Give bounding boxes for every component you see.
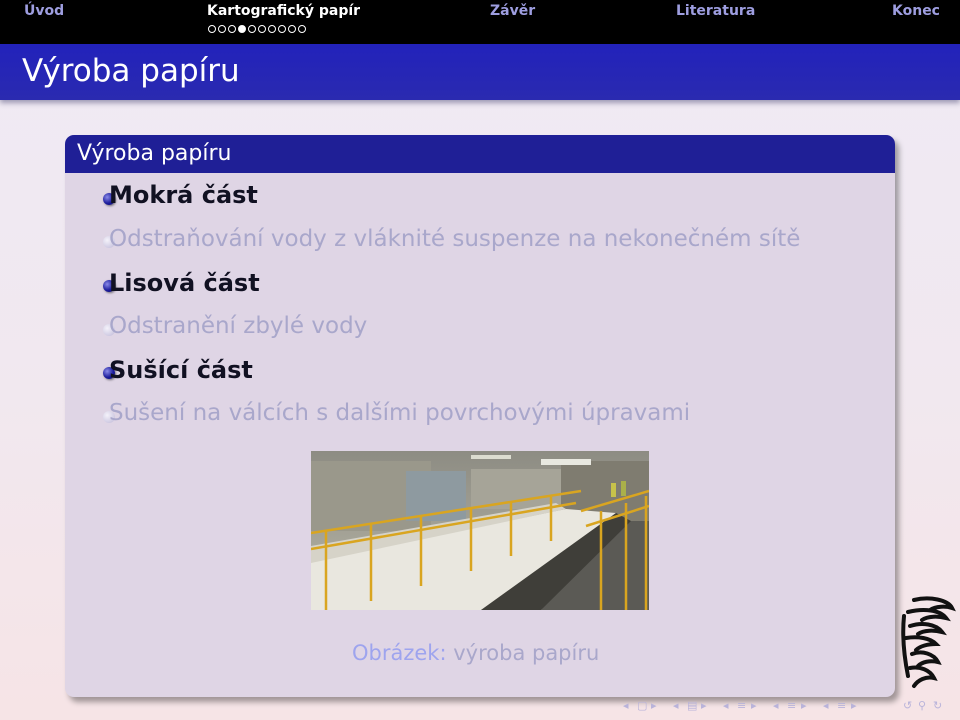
nav-section-icon[interactable]: ≡ bbox=[787, 699, 796, 712]
nav-left-icon[interactable]: ◂ bbox=[623, 699, 629, 712]
content-block: Výroba papíru Mokrá část Odstraňování vo… bbox=[65, 135, 895, 697]
nav-right-icon[interactable]: ▸ bbox=[751, 699, 757, 712]
list-item: Odstraňování vody z vláknité suspenze na… bbox=[109, 226, 801, 252]
frame-title-bar: Výroba papíru bbox=[0, 44, 960, 100]
nav-document-icon[interactable]: ≡ bbox=[837, 699, 846, 712]
progress-dot[interactable] bbox=[208, 25, 216, 33]
list-item: Sušení na válcích s dalšími povrchovými … bbox=[109, 400, 691, 426]
list-item: Mokrá část bbox=[109, 181, 258, 209]
nav-slide-icon[interactable]: ▢ bbox=[637, 699, 647, 712]
nav-right-icon[interactable]: ▸ bbox=[801, 699, 807, 712]
progress-dot[interactable] bbox=[288, 25, 296, 33]
nav-right-icon[interactable]: ▸ bbox=[701, 699, 707, 712]
nav-left-icon[interactable]: ◂ bbox=[823, 699, 829, 712]
progress-dot[interactable] bbox=[258, 25, 266, 33]
slide-progress-dots bbox=[208, 25, 306, 35]
nav-back-icon[interactable]: ↺ bbox=[903, 699, 912, 712]
beamer-navigation-symbols: ◂ ▢ ▸ ◂ ▤ ▸ ◂ ≡ ▸ ◂ ≡ ▸ ◂ ≡ ▸ ↺ ⚲ ↻ bbox=[623, 699, 953, 715]
list-item: Sušící část bbox=[109, 356, 253, 384]
nav-section-kartograficky-papir[interactable]: Kartografický papír bbox=[207, 3, 360, 19]
nav-left-icon[interactable]: ◂ bbox=[723, 699, 729, 712]
page-title: Výroba papíru bbox=[22, 53, 240, 89]
university-lion-logo bbox=[900, 596, 956, 692]
figure-label: Obrázek: bbox=[352, 641, 447, 665]
nav-forward-icon[interactable]: ↻ bbox=[933, 699, 942, 712]
nav-left-icon[interactable]: ◂ bbox=[773, 699, 779, 712]
list-item: Odstranění zbylé vody bbox=[109, 313, 368, 339]
figure-caption-text: výroba papíru bbox=[453, 641, 600, 665]
progress-dot[interactable] bbox=[268, 25, 276, 33]
list-item: Lisová část bbox=[109, 269, 260, 297]
nav-section-zaver[interactable]: Závěr bbox=[490, 3, 535, 19]
nav-section-uvod[interactable]: Úvod bbox=[24, 3, 64, 19]
nav-left-icon[interactable]: ◂ bbox=[673, 699, 679, 712]
block-title: Výroba papíru bbox=[65, 135, 895, 173]
progress-dot[interactable] bbox=[298, 25, 306, 33]
nav-right-icon[interactable]: ▸ bbox=[851, 699, 857, 712]
progress-dot[interactable] bbox=[228, 25, 236, 33]
nav-section-literatura[interactable]: Literatura bbox=[676, 3, 755, 19]
nav-section-konec[interactable]: Konec bbox=[892, 3, 940, 19]
progress-dot[interactable] bbox=[218, 25, 226, 33]
figure-caption: Obrázek: výroba papíru bbox=[352, 641, 599, 665]
section-navigation: Úvod Kartografický papír Závěr Literatur… bbox=[0, 0, 960, 44]
progress-dot[interactable] bbox=[248, 25, 256, 33]
nav-right-icon[interactable]: ▸ bbox=[651, 699, 657, 712]
nav-frame-icon[interactable]: ▤ bbox=[687, 699, 697, 712]
nav-search-icon[interactable]: ⚲ bbox=[918, 699, 926, 712]
paper-machine-photo bbox=[311, 451, 649, 610]
progress-dot[interactable] bbox=[278, 25, 286, 33]
nav-subsection-icon[interactable]: ≡ bbox=[737, 699, 746, 712]
progress-dot[interactable] bbox=[238, 25, 246, 33]
